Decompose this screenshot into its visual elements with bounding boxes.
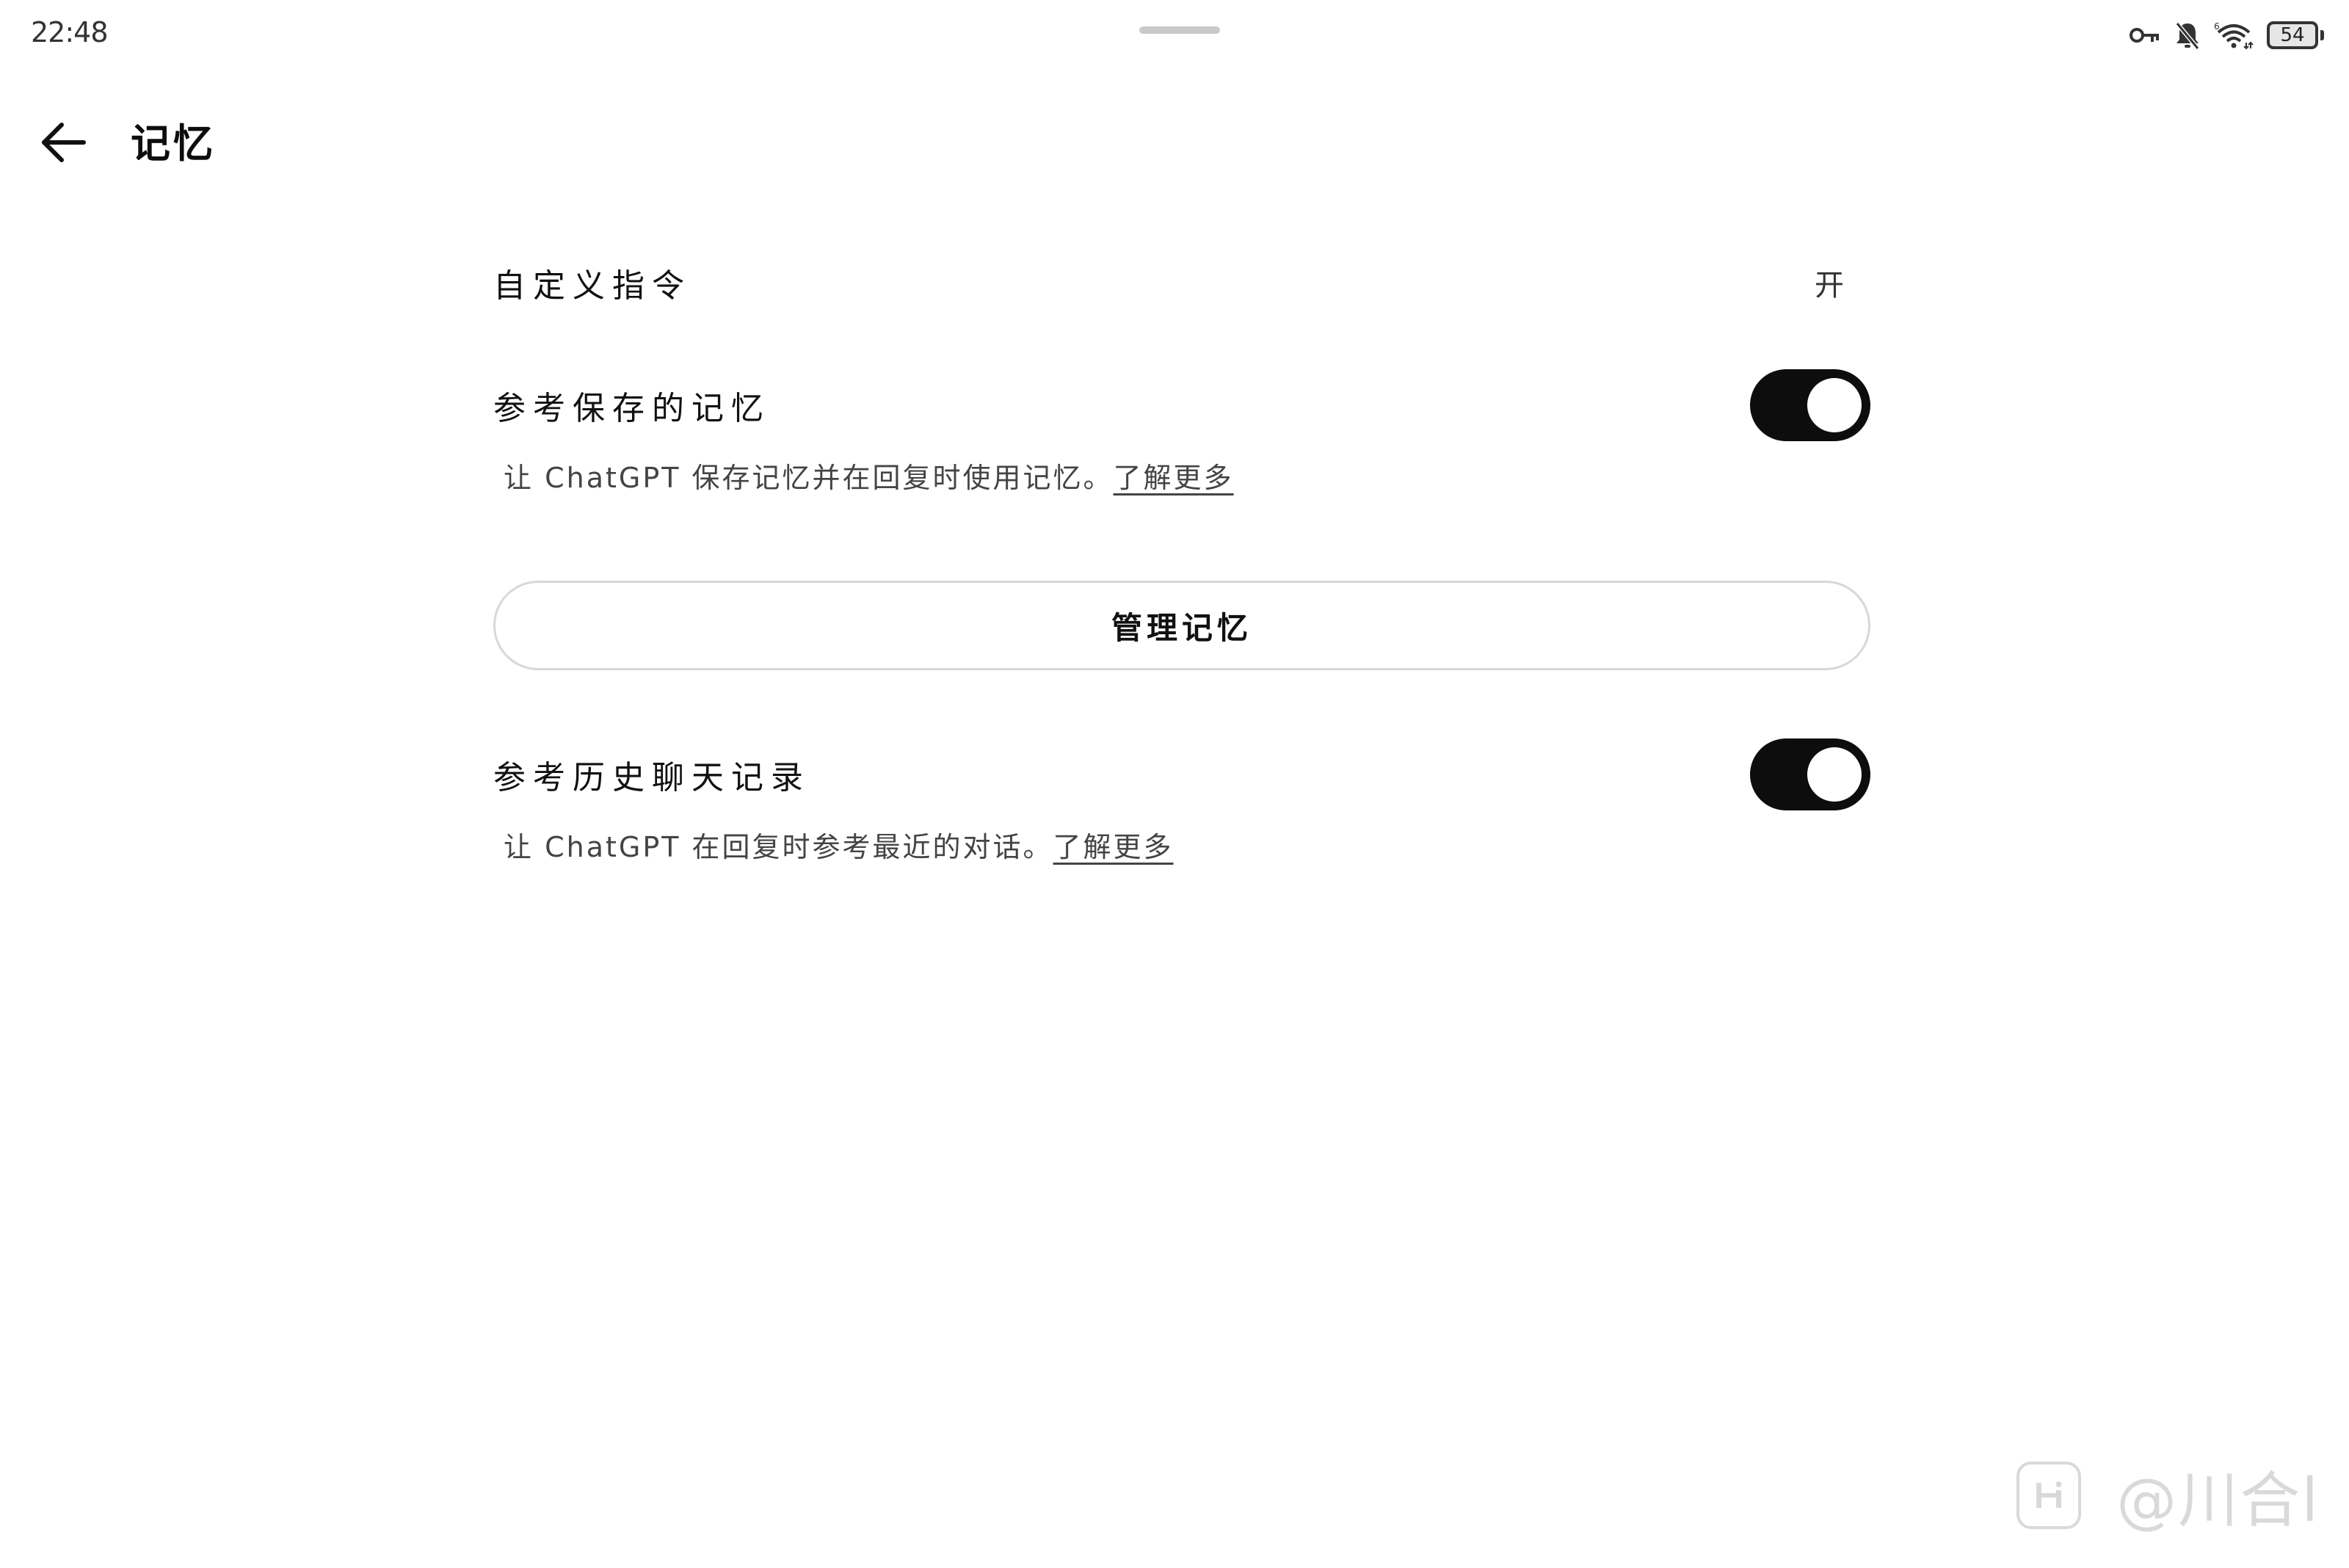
chat-history-toggle[interactable]: [1750, 738, 1870, 810]
battery-level: 54: [2267, 21, 2318, 49]
memory-settings: 自定义指令 开 参考保存的记忆 让 ChatGPT 保存记忆并在回复时使用记忆。…: [493, 242, 1870, 865]
custom-instructions-row[interactable]: 自定义指令 开: [493, 242, 1870, 323]
saved-memories-description-text: 让 ChatGPT 保存记忆并在回复时使用记忆。: [504, 462, 1114, 494]
svg-text:6: 6: [2214, 21, 2220, 32]
saved-memories-toggle[interactable]: [1750, 369, 1870, 441]
manage-memories-button[interactable]: 管理记忆: [493, 581, 1870, 670]
chat-history-label: 参考历史聊天记录: [493, 759, 810, 796]
battery-icon: 54: [2267, 21, 2324, 49]
chat-history-description-text: 让 ChatGPT 在回复时参考最近的对话。: [504, 831, 1053, 863]
toggle-knob: [1807, 378, 1862, 432]
watermark: @川合l: [2016, 1451, 2320, 1539]
toggle-knob: [1807, 747, 1862, 802]
watermark-logo-icon: [2016, 1461, 2082, 1529]
saved-memories-row: 参考保存的记忆: [493, 363, 1870, 448]
bell-off-icon: [2174, 21, 2201, 50]
arrow-left-icon: [40, 122, 87, 166]
wifi-icon: 6: [2214, 21, 2254, 50]
custom-instructions-value: 开: [1815, 269, 1844, 302]
saved-memories-learn-more-link[interactable]: 了解更多: [1114, 462, 1234, 494]
custom-instructions-label: 自定义指令: [493, 267, 691, 305]
status-icons: 6 54: [2129, 18, 2324, 53]
page-title: 记忆: [131, 120, 216, 167]
back-button[interactable]: [37, 117, 90, 170]
vpn-key-icon: [2129, 25, 2161, 46]
watermark-text: @川合l: [2116, 1466, 2320, 1536]
chat-history-row: 参考历史聊天记录: [493, 732, 1870, 817]
drag-handle[interactable]: [1139, 26, 1220, 34]
chat-history-learn-more-link[interactable]: 了解更多: [1053, 831, 1174, 863]
saved-memories-description: 让 ChatGPT 保存记忆并在回复时使用记忆。了解更多: [493, 455, 1870, 496]
saved-memories-label: 参考保存的记忆: [493, 390, 771, 427]
battery-tip: [2320, 30, 2324, 40]
status-time: 22:48: [31, 16, 109, 48]
chat-history-description: 让 ChatGPT 在回复时参考最近的对话。了解更多: [493, 824, 1870, 865]
